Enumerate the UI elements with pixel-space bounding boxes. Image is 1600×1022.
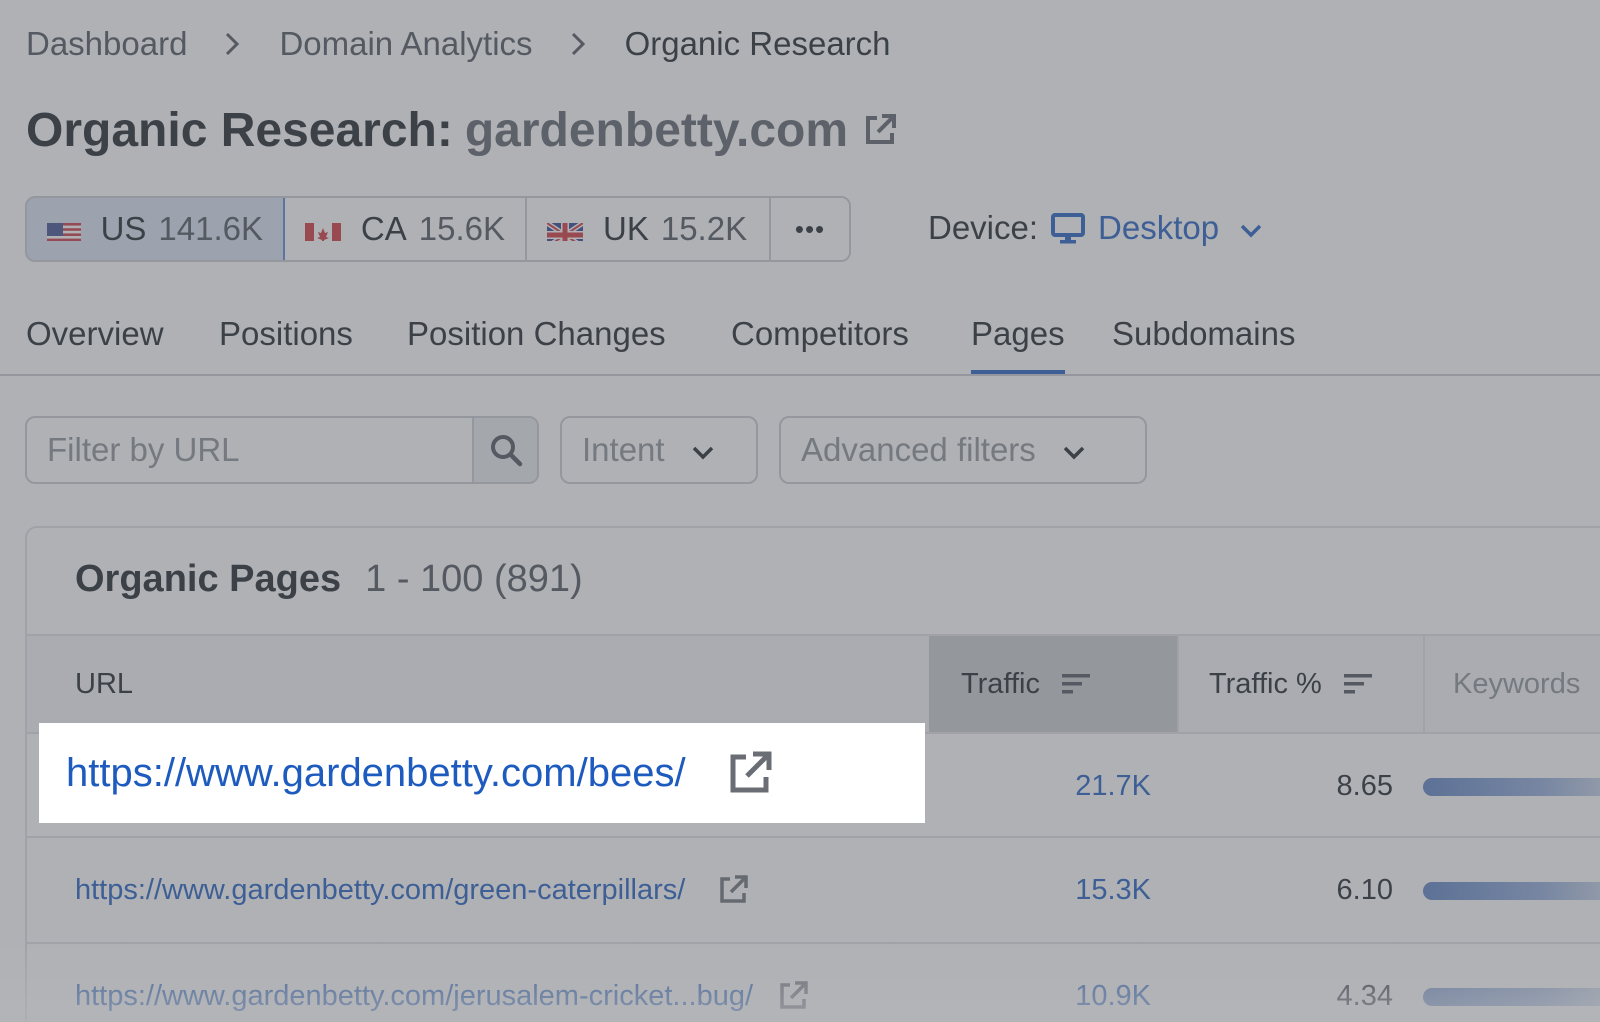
filter-url-input[interactable]	[27, 418, 472, 482]
database-ca-value: 15.6K	[418, 210, 505, 247]
traffic-pct-value: 4.34	[1336, 980, 1393, 1012]
ca-flag-icon	[305, 217, 341, 241]
keywords-bar	[1423, 882, 1600, 900]
column-traffic-pct[interactable]: Traffic %	[1209, 636, 1374, 732]
report-tabs: Overview Positions Position Changes Comp…	[0, 308, 1600, 376]
traffic-pct-value: 8.65	[1336, 770, 1393, 802]
external-link-icon[interactable]	[775, 978, 811, 1014]
external-link-icon[interactable]	[724, 747, 776, 799]
breadcrumb: Dashboard Domain Analytics Organic Resea…	[26, 22, 891, 66]
page-url-text: https://www.gardenbetty.com/jerusalem-cr…	[75, 979, 754, 1012]
breadcrumb-dashboard[interactable]: Dashboard	[26, 25, 187, 63]
highlighted-url-box: https://www.gardenbetty.com/bees/	[40, 724, 924, 822]
traffic-pct-value: 6.10	[1336, 874, 1393, 906]
external-link-icon[interactable]	[860, 110, 900, 150]
column-url: URL	[75, 636, 133, 732]
column-traffic-label: Traffic	[961, 667, 1040, 700]
column-keywords-label: Keywords	[1453, 667, 1581, 700]
database-ca-code: CA	[360, 210, 407, 247]
advanced-filters-dropdown[interactable]: Advanced filters	[779, 416, 1147, 484]
tab-overview[interactable]: Overview	[26, 308, 164, 374]
search-button[interactable]	[472, 418, 537, 482]
device-value: Desktop	[1098, 209, 1220, 246]
desktop-monitor-icon	[1050, 210, 1086, 246]
tab-competitors[interactable]: Competitors	[731, 308, 909, 374]
table-row: https://www.gardenbetty.com/green-caterp…	[27, 838, 1600, 944]
database-uk-value: 15.2K	[660, 210, 748, 247]
intent-dropdown[interactable]: Intent	[560, 416, 758, 484]
database-us-button[interactable]: US 141.6K	[27, 198, 285, 260]
database-us-value: 141.6K	[158, 210, 263, 247]
database-uk-button[interactable]: UK 15.2K	[527, 198, 771, 260]
card-title: Organic Pages	[75, 558, 342, 600]
search-icon	[490, 435, 522, 467]
keywords-bar	[1423, 988, 1600, 1006]
page-url-link[interactable]: https://www.gardenbetty.com/jerusalem-cr…	[75, 978, 811, 1014]
traffic-value[interactable]: 15.3K	[1075, 874, 1151, 907]
column-divider	[1423, 636, 1425, 732]
column-traffic-pct-label: Traffic %	[1209, 667, 1322, 700]
database-us-code: US	[100, 210, 147, 247]
page-url-text: https://www.gardenbetty.com/green-caterp…	[75, 873, 686, 906]
column-keywords[interactable]: Keywords	[1453, 636, 1580, 732]
chevron-down-icon	[1237, 214, 1265, 242]
device-selector[interactable]: Device: Desktop	[928, 200, 1265, 256]
database-ca-button[interactable]: CA 15.6K	[285, 198, 527, 260]
page-url-link[interactable]: https://www.gardenbetty.com/green-caterp…	[75, 872, 751, 908]
uk-flag-icon	[547, 217, 583, 241]
page-title-domain: gardenbetty.com	[464, 103, 849, 157]
advanced-filters-label: Advanced filters	[801, 431, 1036, 468]
sort-icon	[1343, 674, 1372, 694]
keywords-bar	[1423, 778, 1600, 796]
sort-icon	[1061, 674, 1090, 694]
device-label: Device:	[928, 209, 1039, 246]
table-header: URL Traffic Traffic % Keywords	[27, 634, 1600, 734]
page-title: Organic Research: gardenbetty.com	[26, 100, 900, 160]
us-flag-icon	[47, 217, 81, 241]
tab-pages[interactable]: Pages	[971, 308, 1065, 374]
more-databases-button[interactable]: •••	[771, 198, 849, 260]
chevron-right-icon	[557, 22, 601, 66]
page: Dashboard Domain Analytics Organic Resea…	[0, 0, 1600, 1022]
chevron-down-icon	[1060, 436, 1088, 464]
column-traffic[interactable]: Traffic	[929, 636, 1177, 732]
tab-position-changes[interactable]: Position Changes	[407, 308, 666, 374]
more-dots-icon: •••	[794, 213, 826, 244]
traffic-value[interactable]: 21.7K	[1075, 770, 1151, 803]
card-count: 1 - 100 (891)	[365, 558, 583, 600]
breadcrumb-organic-research: Organic Research	[624, 25, 891, 62]
intent-dropdown-label: Intent	[582, 431, 665, 468]
chevron-down-icon	[689, 436, 717, 464]
column-url-label: URL	[75, 667, 134, 700]
database-uk-code: UK	[603, 210, 649, 247]
breadcrumb-domain-analytics[interactable]: Domain Analytics	[279, 25, 532, 63]
highlighted-url-link[interactable]: https://www.gardenbetty.com/bees/	[66, 751, 686, 796]
table-row: https://www.gardenbetty.com/jerusalem-cr…	[27, 944, 1600, 1022]
tab-positions[interactable]: Positions	[219, 308, 353, 374]
chevron-right-icon	[211, 22, 255, 66]
tab-subdomains[interactable]: Subdomains	[1112, 308, 1295, 374]
traffic-value[interactable]: 10.9K	[1075, 980, 1151, 1013]
filter-by-url	[25, 416, 539, 484]
page-title-label: Organic Research:	[26, 103, 453, 157]
database-selector: US 141.6K CA 15.6K UK 15.2K •••	[25, 196, 851, 262]
external-link-icon[interactable]	[715, 872, 751, 908]
card-header: Organic Pages 1 - 100 (891)	[75, 558, 583, 608]
column-divider	[1177, 636, 1179, 732]
